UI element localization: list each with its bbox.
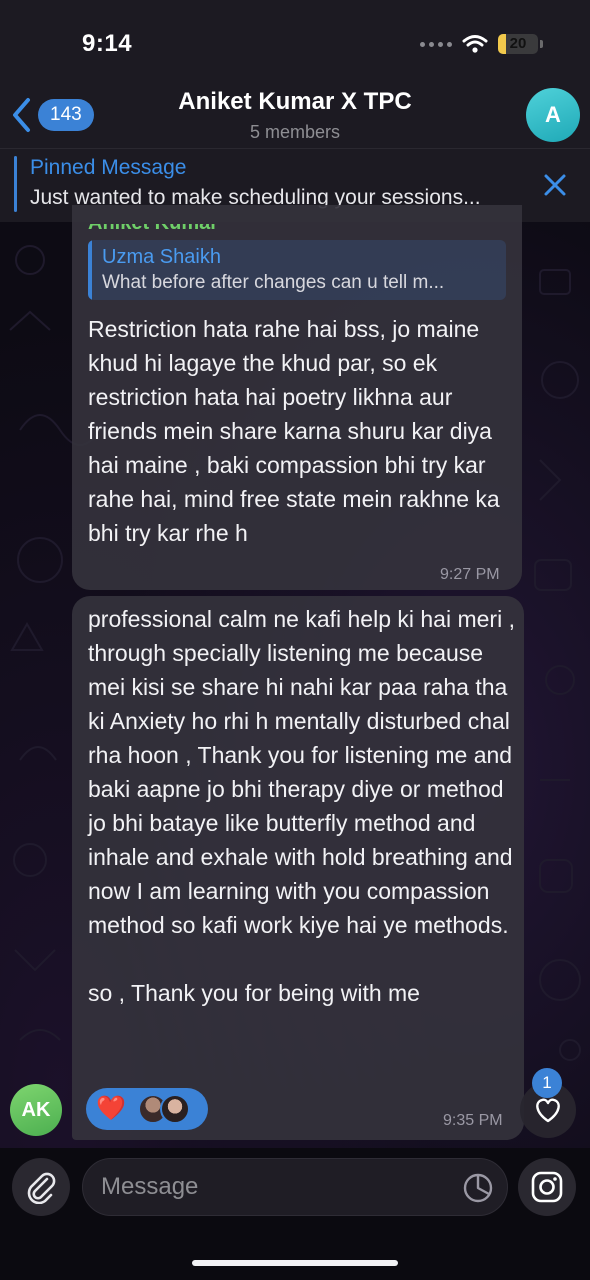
chat-subtitle: 5 members xyxy=(249,122,341,142)
camera-button[interactable] xyxy=(518,1158,576,1216)
wifi-icon xyxy=(462,35,488,53)
signal-dots-icon xyxy=(420,41,452,47)
heart-reaction-icon: ❤️ xyxy=(96,1095,126,1122)
message-input[interactable] xyxy=(82,1158,508,1216)
unread-count-badge: 143 xyxy=(38,99,94,131)
attach-button[interactable] xyxy=(12,1158,70,1216)
status-time: 9:14 xyxy=(82,30,133,57)
pinned-title: Pinned Message xyxy=(30,156,187,179)
reactor-avatar xyxy=(160,1094,190,1124)
message-time: 9:27 PM xyxy=(440,566,500,583)
reply-text: What before after changes can u tell m..… xyxy=(102,272,445,293)
message-text: Restriction hata rahe hai bss, jo maine … xyxy=(88,316,507,546)
battery-percent: 20 xyxy=(509,35,527,52)
group-avatar[interactable]: A xyxy=(526,88,580,142)
reply-accent-bar xyxy=(88,240,92,300)
home-indicator xyxy=(192,1260,398,1266)
battery-indicator: 20 xyxy=(498,34,538,54)
pinned-accent-bar xyxy=(14,156,17,212)
close-icon[interactable] xyxy=(540,170,570,200)
chat-title-area[interactable]: Aniket Kumar X TPC 5 members xyxy=(120,88,470,143)
message-time: 9:35 PM xyxy=(443,1112,503,1129)
sender-avatar[interactable]: AK xyxy=(10,1084,62,1136)
chat-title: Aniket Kumar X TPC xyxy=(178,88,412,115)
reply-name: Uzma Shaikh xyxy=(102,246,221,268)
sticker-icon[interactable] xyxy=(462,1172,494,1204)
heart-icon xyxy=(536,1098,560,1123)
paperclip-icon xyxy=(27,1172,56,1204)
status-icons: 20 xyxy=(420,30,543,58)
reply-preview[interactable]: Uzma Shaikh What before after changes ca… xyxy=(88,240,506,300)
instagram-icon xyxy=(531,1171,563,1203)
message-text: professional calm ne kafi help ki hai me… xyxy=(88,606,515,1006)
battery-cap xyxy=(540,40,543,48)
back-button[interactable]: 143 xyxy=(10,96,94,134)
back-chevron-icon xyxy=(13,98,30,132)
reaction-pill[interactable]: ❤️ xyxy=(86,1088,208,1130)
reaction-count-badge: 1 xyxy=(532,1068,562,1098)
